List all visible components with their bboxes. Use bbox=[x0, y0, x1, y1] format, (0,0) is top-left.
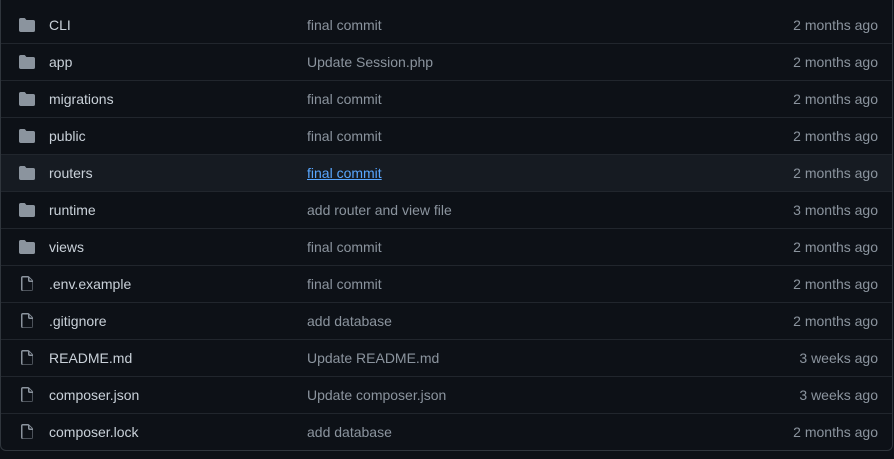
folder-icon bbox=[18, 164, 36, 182]
commit-age: 3 weeks ago bbox=[799, 350, 878, 366]
file-icon bbox=[18, 386, 36, 404]
commit-age: 2 months ago bbox=[793, 54, 878, 70]
file-row[interactable]: .env.example final commit 2 months ago bbox=[1, 265, 892, 302]
commit-age: 2 months ago bbox=[793, 276, 878, 292]
file-name-link[interactable]: app bbox=[49, 54, 72, 70]
file-name-link[interactable]: composer.json bbox=[49, 387, 139, 403]
commit-message-link[interactable]: Update Session.php bbox=[307, 54, 433, 70]
commit-message-link[interactable]: Update README.md bbox=[307, 350, 439, 366]
commit-message-link[interactable]: final commit bbox=[307, 276, 382, 292]
file-row[interactable]: routers final commit 2 months ago bbox=[1, 154, 892, 191]
commit-age: 2 months ago bbox=[793, 165, 878, 181]
file-row[interactable]: CLI final commit 2 months ago bbox=[1, 0, 892, 43]
file-icon bbox=[18, 423, 36, 441]
commit-message-link[interactable]: final commit bbox=[307, 91, 382, 107]
file-row[interactable]: app Update Session.php 2 months ago bbox=[1, 43, 892, 80]
commit-age: 2 months ago bbox=[793, 424, 878, 440]
folder-icon bbox=[18, 238, 36, 256]
commit-age: 3 weeks ago bbox=[799, 387, 878, 403]
folder-icon bbox=[18, 16, 36, 34]
file-row[interactable]: README.md Update README.md 3 weeks ago bbox=[1, 339, 892, 376]
file-name-link[interactable]: migrations bbox=[49, 91, 114, 107]
commit-message-link[interactable]: Update composer.json bbox=[307, 387, 446, 403]
file-icon bbox=[18, 312, 36, 330]
commit-message-link[interactable]: final commit bbox=[307, 165, 382, 181]
file-row[interactable]: runtime add router and view file 3 months … bbox=[1, 191, 892, 228]
file-row[interactable]: composer.lock add database 2 months ago bbox=[1, 413, 892, 450]
commit-message-link[interactable]: add database bbox=[307, 424, 392, 440]
file-list: CLI final commit 2 months ago app Update Ses… bbox=[0, 0, 893, 451]
commit-message-link[interactable]: final commit bbox=[307, 128, 382, 144]
file-row[interactable]: .gitignore add database 2 months ago bbox=[1, 302, 892, 339]
folder-icon bbox=[18, 201, 36, 219]
folder-icon bbox=[18, 53, 36, 71]
file-name-link[interactable]: .env.example bbox=[49, 276, 131, 292]
commit-age: 2 months ago bbox=[793, 239, 878, 255]
file-name-link[interactable]: README.md bbox=[49, 350, 132, 366]
commit-message-link[interactable]: final commit bbox=[307, 239, 382, 255]
file-row[interactable]: public final commit 2 months ago bbox=[1, 117, 892, 154]
file-row[interactable]: migrations final commit 2 months ago bbox=[1, 80, 892, 117]
commit-age: 2 months ago bbox=[793, 16, 878, 33]
commit-message-link[interactable]: add database bbox=[307, 313, 392, 329]
file-name-link[interactable]: CLI bbox=[49, 17, 71, 33]
commit-age: 3 months ago bbox=[793, 202, 878, 218]
file-name-link[interactable]: composer.lock bbox=[49, 424, 138, 440]
commit-message-link[interactable]: add router and view file bbox=[307, 202, 452, 218]
file-name-link[interactable]: .gitignore bbox=[49, 313, 107, 329]
file-row[interactable]: composer.json Update composer.json 3 weeks… bbox=[1, 376, 892, 413]
commit-age: 2 months ago bbox=[793, 313, 878, 329]
file-name-link[interactable]: public bbox=[49, 128, 86, 144]
commit-message-link[interactable]: final commit bbox=[307, 17, 382, 33]
folder-icon bbox=[18, 127, 36, 145]
commit-age: 2 months ago bbox=[793, 91, 878, 107]
file-icon bbox=[18, 349, 36, 367]
file-name-link[interactable]: runtime bbox=[49, 202, 96, 218]
file-name-link[interactable]: views bbox=[49, 239, 84, 255]
commit-age: 2 months ago bbox=[793, 128, 878, 144]
file-name-link[interactable]: routers bbox=[49, 165, 93, 181]
file-row[interactable]: views final commit 2 months ago bbox=[1, 228, 892, 265]
folder-icon bbox=[18, 90, 36, 108]
file-icon bbox=[18, 275, 36, 293]
